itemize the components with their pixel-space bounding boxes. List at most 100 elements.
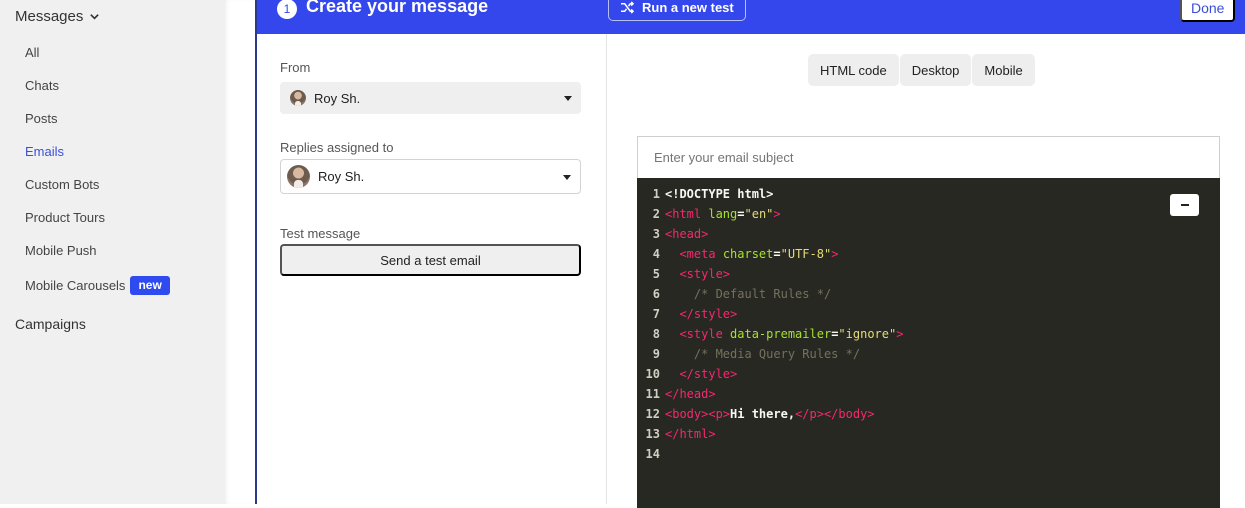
code-token: </style>: [679, 307, 738, 321]
line-number: 13: [645, 427, 660, 441]
sidebar-item-mobile-carousels[interactable]: Mobile Carousels new: [25, 276, 170, 295]
from-value: Roy Sh.: [314, 90, 361, 106]
line-number: 7: [652, 307, 660, 321]
view-tabs: HTML code Desktop Mobile: [808, 54, 1035, 86]
from-select[interactable]: Roy Sh.: [280, 82, 581, 114]
code-token: lang: [708, 207, 738, 221]
line-number: 3: [652, 227, 660, 241]
code-line: 1 <!DOCTYPE html>: [637, 184, 1220, 204]
sidebar-item-label: All: [25, 45, 40, 60]
code-line: 13 </html>: [637, 424, 1220, 444]
replies-value: Roy Sh.: [318, 169, 365, 184]
code-line: 3 <head>: [637, 224, 1220, 244]
from-label: From: [280, 60, 311, 75]
code-token: /* Media Query Rules */: [693, 347, 861, 361]
done-button[interactable]: Done: [1180, 0, 1236, 22]
sidebar-item-mobile-push[interactable]: Mobile Push: [25, 243, 97, 258]
chevron-down-icon: [90, 14, 100, 20]
sidebar-item-label: Custom Bots: [25, 177, 100, 192]
line-number: 8: [652, 327, 660, 341]
code-token: "ignore": [838, 327, 897, 341]
code-token: =: [773, 247, 781, 261]
tab-desktop[interactable]: Desktop: [899, 54, 972, 86]
shuffle-icon: [621, 1, 635, 14]
tab-html-code[interactable]: HTML code: [808, 54, 899, 86]
sidebar-item-label: Posts: [25, 111, 58, 126]
code-line: 14: [637, 444, 1220, 464]
messages-section-title: Messages: [15, 8, 84, 25]
sidebar-item-campaigns[interactable]: Campaigns: [15, 316, 86, 332]
code-token: <head>: [665, 227, 709, 241]
code-token: >: [831, 247, 839, 261]
sidebar-item-label: Mobile Push: [25, 243, 97, 258]
code-line: 7 </style>: [637, 304, 1220, 324]
line-number: 6: [652, 287, 660, 301]
code-line: 10 </style>: [637, 364, 1220, 384]
sidebar-item-label: Product Tours: [25, 210, 105, 225]
line-number: 9: [652, 347, 660, 361]
sidebar-item-posts[interactable]: Posts: [25, 111, 58, 126]
code-line: 5 <style>: [637, 264, 1220, 284]
line-number: 5: [652, 267, 660, 281]
line-number: 4: [652, 247, 660, 261]
code-line: 8 <style data-premailer="ignore">: [637, 324, 1220, 344]
line-number: 14: [645, 447, 660, 461]
sidebar-item-label: Chats: [25, 78, 59, 93]
code-token: >: [896, 327, 904, 341]
code-token: =: [737, 207, 745, 221]
run-new-test-label: Run a new test: [642, 0, 734, 15]
code-token: </p></body>: [795, 407, 875, 421]
messages-section-header[interactable]: Messages: [15, 8, 100, 25]
send-test-email-button[interactable]: Send a test email: [280, 244, 581, 276]
code-token: <html: [665, 207, 709, 221]
sidebar-item-chats[interactable]: Chats: [25, 78, 59, 93]
line-number: 12: [645, 407, 660, 421]
code-line: 11 </head>: [637, 384, 1220, 404]
collapse-button[interactable]: [1170, 194, 1199, 216]
avatar: [290, 90, 306, 106]
code-token: "UTF-8": [780, 247, 832, 261]
code-line: 12 <body><p>Hi there,</p></body>: [637, 404, 1220, 424]
code-token: charset: [722, 247, 774, 261]
line-number: 2: [652, 207, 660, 221]
code-token: data-premailer: [730, 327, 832, 341]
test-message-label: Test message: [280, 226, 361, 241]
tab-mobile[interactable]: Mobile: [972, 54, 1035, 86]
sidebar-item-custom-bots[interactable]: Custom Bots: [25, 177, 99, 192]
replies-label: Replies assigned to: [280, 140, 394, 155]
step-number-badge: 1: [277, 0, 297, 19]
sidebar-item-label: Mobile Carousels: [25, 278, 126, 293]
code-line: 9 /* Media Query Rules */: [637, 344, 1220, 364]
gutter: [225, 0, 255, 504]
line-number: 1: [652, 187, 660, 201]
code-token: Hi there,: [730, 407, 796, 421]
sidebar-item-label: Emails: [25, 144, 65, 159]
caret-down-icon: [564, 96, 572, 101]
replies-assignee-select[interactable]: Roy Sh.: [280, 159, 581, 194]
sidebar-item-product-tours[interactable]: Product Tours: [25, 210, 105, 225]
code-token: <!DOCTYPE html>: [665, 187, 774, 201]
code-token: <body><p>: [665, 407, 731, 421]
code-token: <meta: [679, 247, 723, 261]
code-token: </head>: [665, 387, 716, 401]
caret-down-icon: [563, 174, 571, 180]
code-token: <style>: [679, 267, 731, 281]
minus-icon: [1180, 204, 1189, 206]
email-preview: HTML code Desktop Mobile 1 <!DOCTYPE html…: [608, 34, 1245, 508]
code-token: </html>: [665, 427, 716, 441]
email-subject-input[interactable]: [637, 136, 1220, 178]
sidebar-item-emails[interactable]: Emails: [25, 144, 64, 159]
sidebar-item-all[interactable]: All: [25, 45, 39, 60]
code-token: /* Default Rules */: [693, 287, 832, 301]
code-line: 4 <meta charset="UTF-8">: [637, 244, 1220, 264]
run-new-test-button[interactable]: Run a new test: [608, 0, 746, 21]
code-token: >: [773, 207, 781, 221]
html-code-editor[interactable]: 1 <!DOCTYPE html> 2 <html lang="en"> 3 <head>…: [637, 178, 1220, 508]
message-editor-panel: 1 Create your message Run a new test Don…: [255, 0, 1245, 508]
